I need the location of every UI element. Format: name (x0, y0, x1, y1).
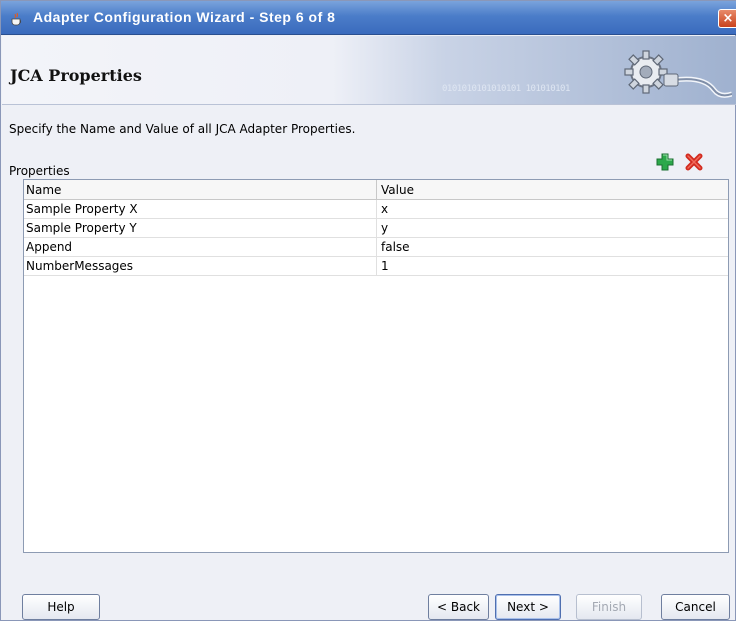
next-button[interactable]: Next > (495, 594, 561, 620)
add-icon[interactable] (655, 152, 675, 172)
finish-button: Finish (576, 594, 642, 620)
property-value-cell[interactable]: y (377, 219, 728, 238)
title-bar[interactable]: Adapter Configuration Wizard - Step 6 of… (1, 1, 736, 35)
table-row[interactable]: Sample Property X x (24, 200, 728, 219)
cancel-button[interactable]: Cancel (661, 594, 730, 620)
property-name-cell[interactable]: Append (24, 238, 377, 257)
property-name-cell[interactable]: NumberMessages (24, 257, 377, 276)
properties-label: Properties (9, 164, 70, 178)
java-cup-icon (11, 12, 22, 26)
column-header-name[interactable]: Name (24, 180, 377, 200)
column-header-value[interactable]: Value (377, 180, 728, 200)
back-button[interactable]: < Back (428, 594, 489, 620)
header-banner: JCA Properties 0101010101010101 10101010… (2, 36, 736, 105)
close-button[interactable]: × (718, 9, 736, 28)
property-value-cell[interactable]: x (377, 200, 728, 219)
wizard-window: Adapter Configuration Wizard - Step 6 of… (0, 0, 736, 621)
window-title: Adapter Configuration Wizard - Step 6 of… (33, 9, 336, 25)
instructions-text: Specify the Name and Value of all JCA Ad… (9, 122, 356, 136)
properties-table[interactable]: Name Value Sample Property X x Sample Pr… (23, 179, 729, 553)
delete-icon[interactable] (684, 152, 704, 172)
table-row[interactable]: NumberMessages 1 (24, 257, 728, 276)
help-button[interactable]: Help (22, 594, 100, 620)
property-name-cell[interactable]: Sample Property X (24, 200, 377, 219)
page-title: JCA Properties (10, 66, 142, 85)
property-name-cell[interactable]: Sample Property Y (24, 219, 377, 238)
property-value-cell[interactable]: false (377, 238, 728, 257)
table-row[interactable]: Sample Property Y y (24, 219, 728, 238)
table-row[interactable]: Append false (24, 238, 728, 257)
table-header: Name Value (24, 180, 728, 200)
property-value-cell[interactable]: 1 (377, 257, 728, 276)
gear-plug-icon (624, 50, 732, 98)
binary-decoration: 0101010101010101 101010101 (442, 84, 570, 94)
